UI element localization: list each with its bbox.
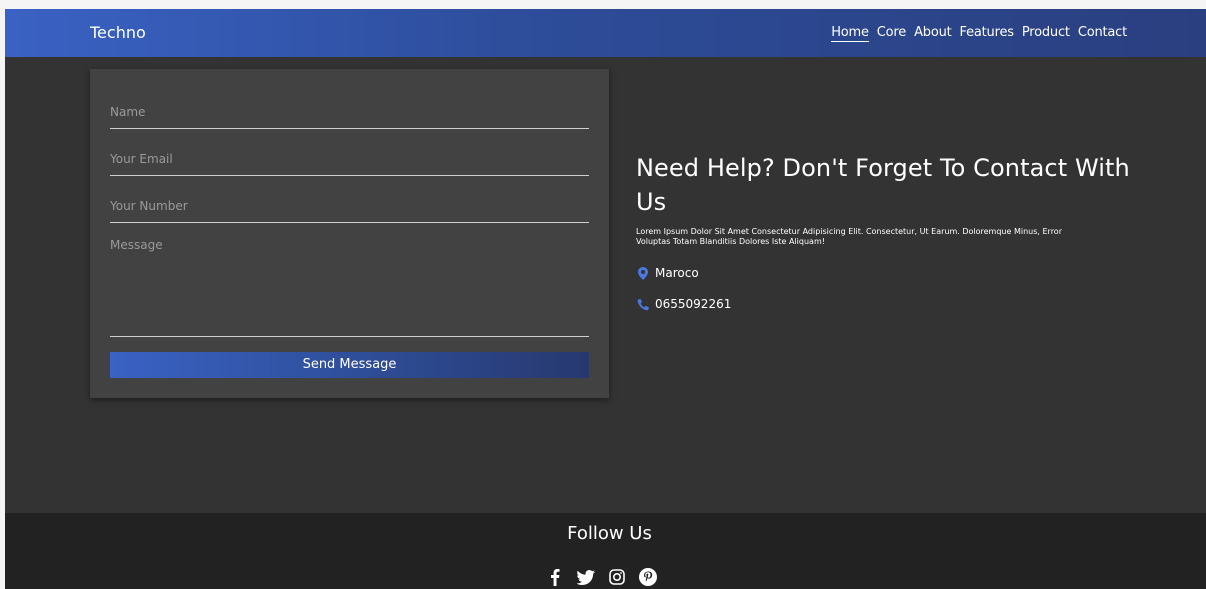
page: Techno Home Core About Features Product … [5,9,1206,589]
footer: Follow Us [5,513,1206,589]
name-field[interactable]: Name [110,105,589,129]
nav-link-about[interactable]: About [914,25,952,42]
instagram-icon[interactable] [604,566,630,588]
brand-logo[interactable]: Techno [90,23,146,42]
facebook-icon[interactable] [542,566,568,588]
pinterest-icon[interactable] [635,566,661,588]
phone-text: 0655092261 [655,297,732,311]
contact-description: Lorem Ipsum Dolor Sit Amet Consectetur A… [636,227,1062,246]
nav-link-contact[interactable]: Contact [1078,25,1127,42]
nav-link-features[interactable]: Features [960,25,1015,42]
nav-link-core[interactable]: Core [877,25,906,42]
message-placeholder: Message [110,238,163,252]
nav-link-home[interactable]: Home [831,25,869,42]
social-links [542,566,666,588]
send-message-button[interactable]: Send Message [110,352,589,378]
map-marker-icon [636,266,650,280]
number-placeholder: Your Number [110,199,188,213]
location-text: Maroco [655,266,699,280]
contact-form: Name Your Email Your Number Message Send… [90,69,609,398]
location-info: Maroco [636,266,699,280]
email-placeholder: Your Email [110,152,173,166]
navbar: Techno Home Core About Features Product … [5,9,1206,57]
contact-headline: Need Help? Don't Forget To Contact With … [636,154,1130,216]
email-field[interactable]: Your Email [110,152,589,176]
phone-icon [636,297,650,311]
number-field[interactable]: Your Number [110,199,589,223]
nav-link-product[interactable]: Product [1022,25,1070,42]
twitter-icon[interactable] [573,566,599,588]
nav-links: Home Core About Features Product Contact [823,25,1127,42]
message-field[interactable]: Message [110,238,589,337]
name-placeholder: Name [110,105,146,119]
follow-us-title: Follow Us [567,523,652,544]
phone-info: 0655092261 [636,297,731,311]
